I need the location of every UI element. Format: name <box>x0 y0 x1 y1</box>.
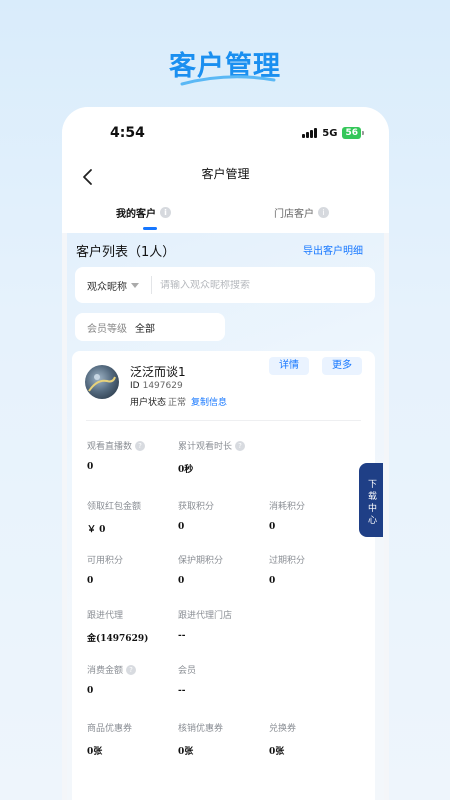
info-icon[interactable]: i <box>160 207 171 218</box>
customer-list-title: 客户列表（1人） <box>76 245 176 260</box>
question-icon[interactable]: ? <box>126 664 137 675</box>
more-button[interactable]: 更多 <box>322 357 362 375</box>
stat-label: 观看直播数 <box>87 442 133 452</box>
stat-spend: 消费金额? 0 <box>87 663 137 696</box>
customer-state: 用户状态 正常 复制信息 <box>130 395 227 408</box>
stat-agent-store: 跟进代理门店 -- <box>178 608 232 641</box>
search-type-select[interactable]: 观众昵称 <box>75 276 152 294</box>
stat-value: 金(1497629) <box>87 634 149 644</box>
stat-points-expired: 过期积分 0 <box>269 553 305 586</box>
tab-store-customers[interactable]: 门店客户 i <box>274 205 329 220</box>
stat-value: 0 <box>178 522 185 532</box>
stat-value: 0 <box>87 576 94 586</box>
stat-red-packet: 领取红包金额 ￥ 0 <box>87 499 141 535</box>
stat-label: 跟进代理 <box>87 611 124 621</box>
tab-my-customers[interactable]: 我的客户 i <box>116 205 171 220</box>
customer-state-label: 用户状态 <box>130 398 167 408</box>
stat-label: 跟进代理门店 <box>178 611 233 621</box>
stat-agent: 跟进代理 金(1497629) <box>87 608 148 644</box>
network-type: 5G <box>322 127 338 139</box>
stat-value: 0张 <box>87 747 103 757</box>
search-type-label: 观众昵称 <box>87 281 127 293</box>
customer-card: 泛泛而谈1 ID 1497629 用户状态 正常 复制信息 详情 更多 观看直播数? … <box>72 351 375 800</box>
stat-label: 保护期积分 <box>178 556 224 566</box>
stat-label: 过期积分 <box>269 556 306 566</box>
download-center-tab[interactable]: 下载中心 <box>359 463 383 537</box>
stat-member: 会员 -- <box>178 663 196 696</box>
customer-id-value: 1497629 <box>142 381 183 391</box>
stat-label: 获取积分 <box>178 502 215 512</box>
signal-icon <box>302 128 318 138</box>
page-title: 客户管理 <box>201 167 250 181</box>
stat-value: 0 <box>87 462 94 472</box>
stat-label: 兑换券 <box>269 724 297 734</box>
stat-watch-count: 观看直播数? 0 <box>87 439 146 472</box>
stat-points-available: 可用积分 0 <box>87 553 123 586</box>
avatar <box>85 365 119 399</box>
customer-id: ID 1497629 <box>130 381 183 391</box>
stat-label: 核销优惠券 <box>178 724 224 734</box>
search-input[interactable] <box>160 279 340 291</box>
active-tab-indicator <box>143 227 157 230</box>
stat-value: -- <box>178 631 186 641</box>
copy-info-link[interactable]: 复制信息 <box>191 398 227 408</box>
detail-button[interactable]: 详情 <box>269 357 309 375</box>
stat-label: 消费金额 <box>87 666 124 676</box>
tab-label: 我的客户 <box>116 209 156 220</box>
stat-points-protected: 保护期积分 0 <box>178 553 223 586</box>
info-icon[interactable]: i <box>318 207 329 218</box>
stat-value: ￥ 0 <box>87 525 106 535</box>
member-level-label: 会员等级 <box>87 323 127 335</box>
customer-id-label: ID <box>130 381 140 391</box>
phone-frame: 4:54 5G 56 客户管理 我的客户 i 门店客户 i 客户列表（1人） 导… <box>62 107 389 800</box>
stat-value: 0 <box>269 576 276 586</box>
tab-label: 门店客户 <box>274 209 314 220</box>
stat-value: -- <box>178 686 186 696</box>
stat-value: 0 <box>87 686 94 696</box>
search-bar: 观众昵称 <box>75 267 375 303</box>
stat-points-used: 消耗积分 0 <box>269 499 305 532</box>
stat-label: 领取红包金额 <box>87 502 142 512</box>
dropdown-caret-icon <box>131 282 139 288</box>
stat-label: 会员 <box>178 666 197 676</box>
member-level-value: 全部 <box>135 323 155 335</box>
stat-coupons: 商品优惠券 0张 <box>87 721 132 757</box>
stat-points-got: 获取积分 0 <box>178 499 214 532</box>
stat-label: 消耗积分 <box>269 502 306 512</box>
customer-state-value: 正常 <box>168 398 187 408</box>
customer-name: 泛泛而谈1 <box>130 365 186 379</box>
status-indicators: 5G 56 <box>302 127 364 139</box>
status-bar: 4:54 5G 56 <box>62 107 389 157</box>
export-customers-link[interactable]: 导出客户明细 <box>303 242 363 257</box>
stat-value: 0秒 <box>178 465 194 475</box>
tab-bar: 我的客户 i 门店客户 i <box>62 199 389 233</box>
banner-swoosh <box>180 75 276 86</box>
stat-redeemed-coupons: 核销优惠券 0张 <box>178 721 223 757</box>
stat-label: 可用积分 <box>87 556 124 566</box>
question-icon[interactable]: ? <box>235 440 246 451</box>
question-icon[interactable]: ? <box>135 440 146 451</box>
stat-value: 0张 <box>269 747 285 757</box>
stat-value: 0 <box>269 522 276 532</box>
battery-icon: 56 <box>342 127 364 139</box>
stat-exchange-coupons: 兑换券 0张 <box>269 721 296 757</box>
status-time: 4:54 <box>110 125 145 141</box>
stat-watch-time: 累计观看时长? 0秒 <box>178 439 246 475</box>
content-area: 客户列表（1人） 导出客户明细 观众昵称 会员等级 全部 泛泛而谈1 ID149… <box>67 233 384 800</box>
card-divider <box>86 420 361 421</box>
stat-label: 累计观看时长 <box>178 442 233 452</box>
member-level-filter[interactable]: 会员等级 全部 <box>75 313 225 341</box>
stat-value: 0张 <box>178 747 194 757</box>
stat-label: 商品优惠券 <box>87 724 133 734</box>
stat-value: 0 <box>178 576 185 586</box>
